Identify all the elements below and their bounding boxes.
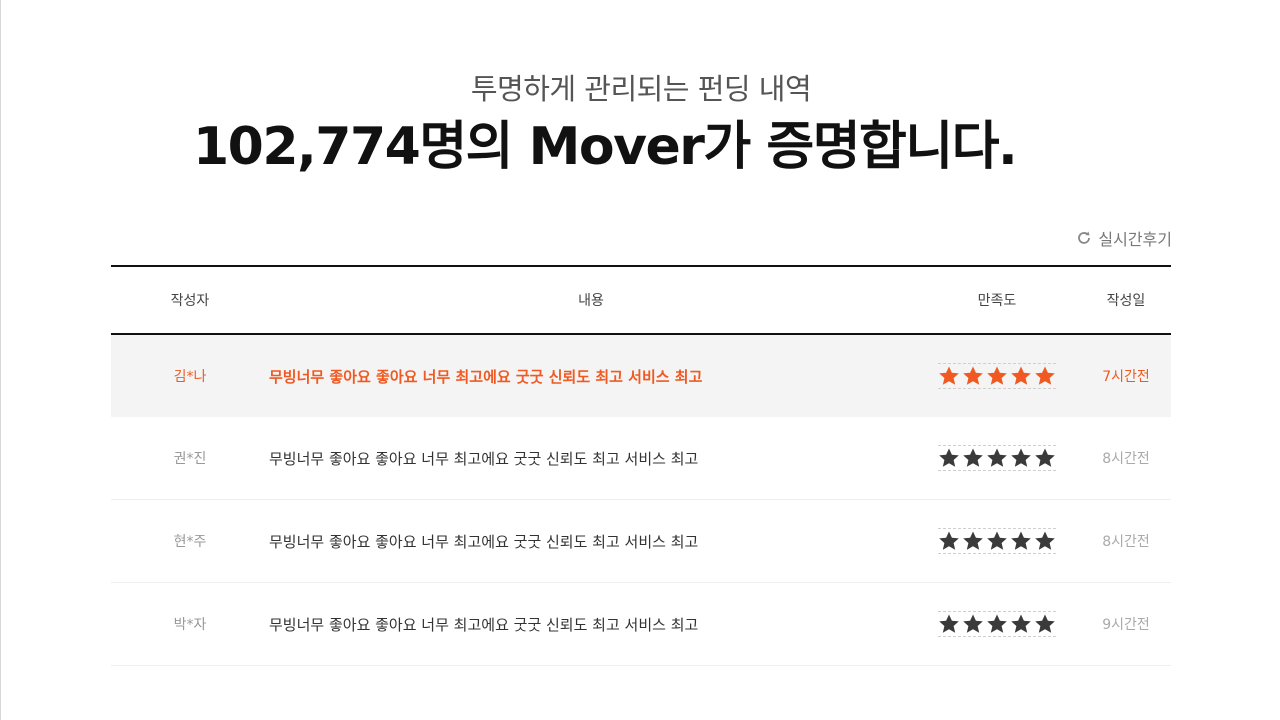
star-icon	[963, 366, 983, 385]
table-row[interactable]: 권*진 무빙너무 좋아요 좋아요 너무 최고에요 굿굿 신뢰도 최고 서비스 최고…	[111, 417, 1171, 500]
table-header: 작성자 내용 만족도 작성일	[111, 267, 1171, 335]
star-icon	[1035, 614, 1055, 633]
review-author: 현*주	[173, 534, 207, 550]
star-icon	[987, 614, 1007, 633]
star-icon	[963, 614, 983, 633]
review-rating	[913, 528, 1081, 554]
review-rating	[913, 363, 1081, 389]
star-icon	[939, 614, 959, 633]
review-author: 박*자	[173, 617, 207, 633]
star-icon	[1011, 531, 1031, 550]
refresh-icon	[1076, 230, 1092, 246]
realtime-reviews-label: 실시간후기	[1098, 230, 1172, 249]
star-icon	[939, 448, 959, 467]
header-date: 작성일	[1106, 293, 1146, 309]
star-icon	[987, 448, 1007, 467]
header-rating: 만족도	[977, 293, 1017, 309]
star-rating	[938, 363, 1056, 389]
star-icon	[939, 531, 959, 550]
star-icon	[1035, 366, 1055, 385]
star-icon	[987, 531, 1007, 550]
review-date: 9시간전	[1102, 617, 1150, 633]
header-content: 내용	[578, 293, 604, 309]
star-rating	[938, 611, 1056, 637]
table-row[interactable]: 김*나 무빙너무 좋아요 좋아요 너무 최고에요 굿굿 신뢰도 최고 서비스 최고…	[111, 335, 1171, 417]
star-icon	[963, 531, 983, 550]
review-rating	[913, 611, 1081, 637]
review-content: 무빙너무 좋아요 좋아요 너무 최고에요 굿굿 신뢰도 최고 서비스 최고	[269, 449, 699, 468]
table-body: 김*나 무빙너무 좋아요 좋아요 너무 최고에요 굿굿 신뢰도 최고 서비스 최고…	[111, 335, 1171, 666]
star-icon	[939, 366, 959, 385]
header-author: 작성자	[170, 293, 210, 309]
review-rating	[913, 445, 1081, 471]
star-rating	[938, 445, 1056, 471]
table-row[interactable]: 박*자 무빙너무 좋아요 좋아요 너무 최고에요 굿굿 신뢰도 최고 서비스 최고…	[111, 583, 1171, 666]
review-date: 8시간전	[1102, 534, 1150, 550]
hero-title: 102,774명의 Mover가 증명합니다.	[193, 117, 1018, 177]
star-icon	[1035, 531, 1055, 550]
star-rating	[938, 528, 1056, 554]
star-icon	[1035, 448, 1055, 467]
review-content: 무빙너무 좋아요 좋아요 너무 최고에요 굿굿 신뢰도 최고 서비스 최고	[269, 615, 699, 634]
star-icon	[1011, 366, 1031, 385]
table-row[interactable]: 현*주 무빙너무 좋아요 좋아요 너무 최고에요 굿굿 신뢰도 최고 서비스 최고…	[111, 500, 1171, 583]
review-date: 7시간전	[1102, 369, 1150, 385]
realtime-reviews-button[interactable]: 실시간후기	[1076, 226, 1172, 250]
star-icon	[963, 448, 983, 467]
review-content: 무빙너무 좋아요 좋아요 너무 최고에요 굿굿 신뢰도 최고 서비스 최고	[269, 532, 699, 551]
review-author: 권*진	[173, 451, 207, 467]
review-content: 무빙너무 좋아요 좋아요 너무 최고에요 굿굿 신뢰도 최고 서비스 최고	[269, 367, 703, 386]
hero-subtitle: 투명하게 관리되는 펀딩 내역	[470, 72, 812, 106]
reviews-table: 작성자 내용 만족도 작성일 김*나무빙너무 좋아요 좋아요 너무 최고에요 굿…	[111, 265, 1171, 666]
star-icon	[987, 366, 1007, 385]
star-icon	[1011, 448, 1031, 467]
star-icon	[1011, 614, 1031, 633]
review-author: 김*나	[173, 369, 207, 385]
review-date: 8시간전	[1102, 451, 1150, 467]
